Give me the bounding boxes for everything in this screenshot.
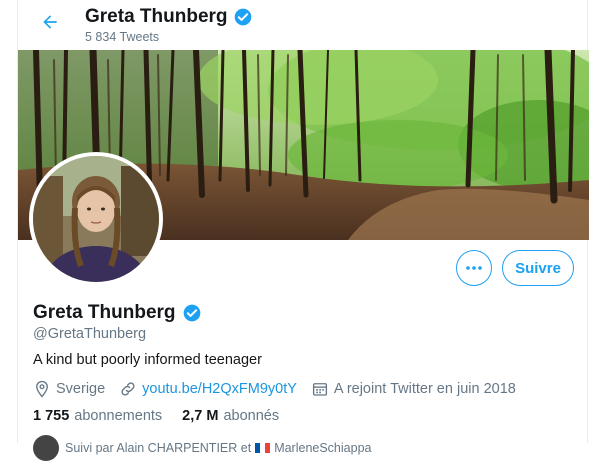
link-icon: [121, 382, 135, 396]
following-count: 1 755: [33, 408, 70, 424]
profile-name: Greta Thunberg: [33, 302, 202, 324]
profile-bio: A kind but poorly informed teenager: [33, 352, 262, 368]
profile-stats: 1 755 abonnements 2,7 Mabonnés: [33, 408, 299, 424]
location-text: Sverige: [56, 381, 106, 397]
location-item: Sverige: [33, 380, 105, 398]
header-name: Greta Thunberg: [85, 6, 228, 27]
followers-count: 2,7 M: [182, 408, 219, 424]
more-options-icon: [466, 266, 482, 270]
location-icon: [36, 380, 48, 398]
followers-label: abonnés: [223, 408, 280, 424]
following-label: abonnements: [74, 408, 163, 424]
following-link[interactable]: 1 755 abonnements: [33, 408, 162, 424]
profile-column: Greta Thunberg 5 834 Tweets Suivre Greta…: [17, 0, 589, 461]
profile-name-text: Greta Thunberg: [33, 302, 176, 323]
header-title: Greta Thunberg: [85, 6, 253, 28]
profile-handle: @GretaThunberg: [33, 326, 147, 342]
calendar-icon: [312, 383, 327, 396]
verified-badge-icon: [234, 8, 251, 26]
follower-avatar: [33, 435, 59, 461]
website-link[interactable]: youtu.be/H2QxFM9y0tY: [142, 381, 297, 397]
more-options-button[interactable]: [456, 250, 492, 286]
followed-by[interactable]: Suivi par Alain CHARPENTIER et MarleneSc…: [33, 435, 371, 461]
verified-badge-icon: [183, 304, 200, 322]
profile-header: Greta Thunberg 5 834 Tweets: [18, 0, 589, 50]
profile-avatar[interactable]: [29, 152, 163, 286]
followed-by-name2: MarleneSchiappa: [274, 441, 372, 455]
back-arrow-icon: [43, 15, 57, 29]
avatar-image: [33, 156, 159, 282]
website-item: youtu.be/H2QxFM9y0tY: [119, 380, 297, 398]
followed-by-prefix: Suivi par Alain CHARPENTIER et: [65, 441, 252, 455]
profile-meta: Sverige youtu.be/H2QxFM9y0tY A rejoint T…: [33, 380, 530, 398]
joined-text: A rejoint Twitter en juin 2018: [333, 381, 516, 397]
follow-button[interactable]: Suivre: [502, 250, 574, 286]
followers-link[interactable]: 2,7 Mabonnés: [182, 408, 279, 424]
tweet-count: 5 834 Tweets: [85, 30, 160, 44]
french-flag-icon: [255, 443, 271, 453]
back-button[interactable]: [35, 7, 65, 37]
joined-item: A rejoint Twitter en juin 2018: [311, 380, 516, 398]
